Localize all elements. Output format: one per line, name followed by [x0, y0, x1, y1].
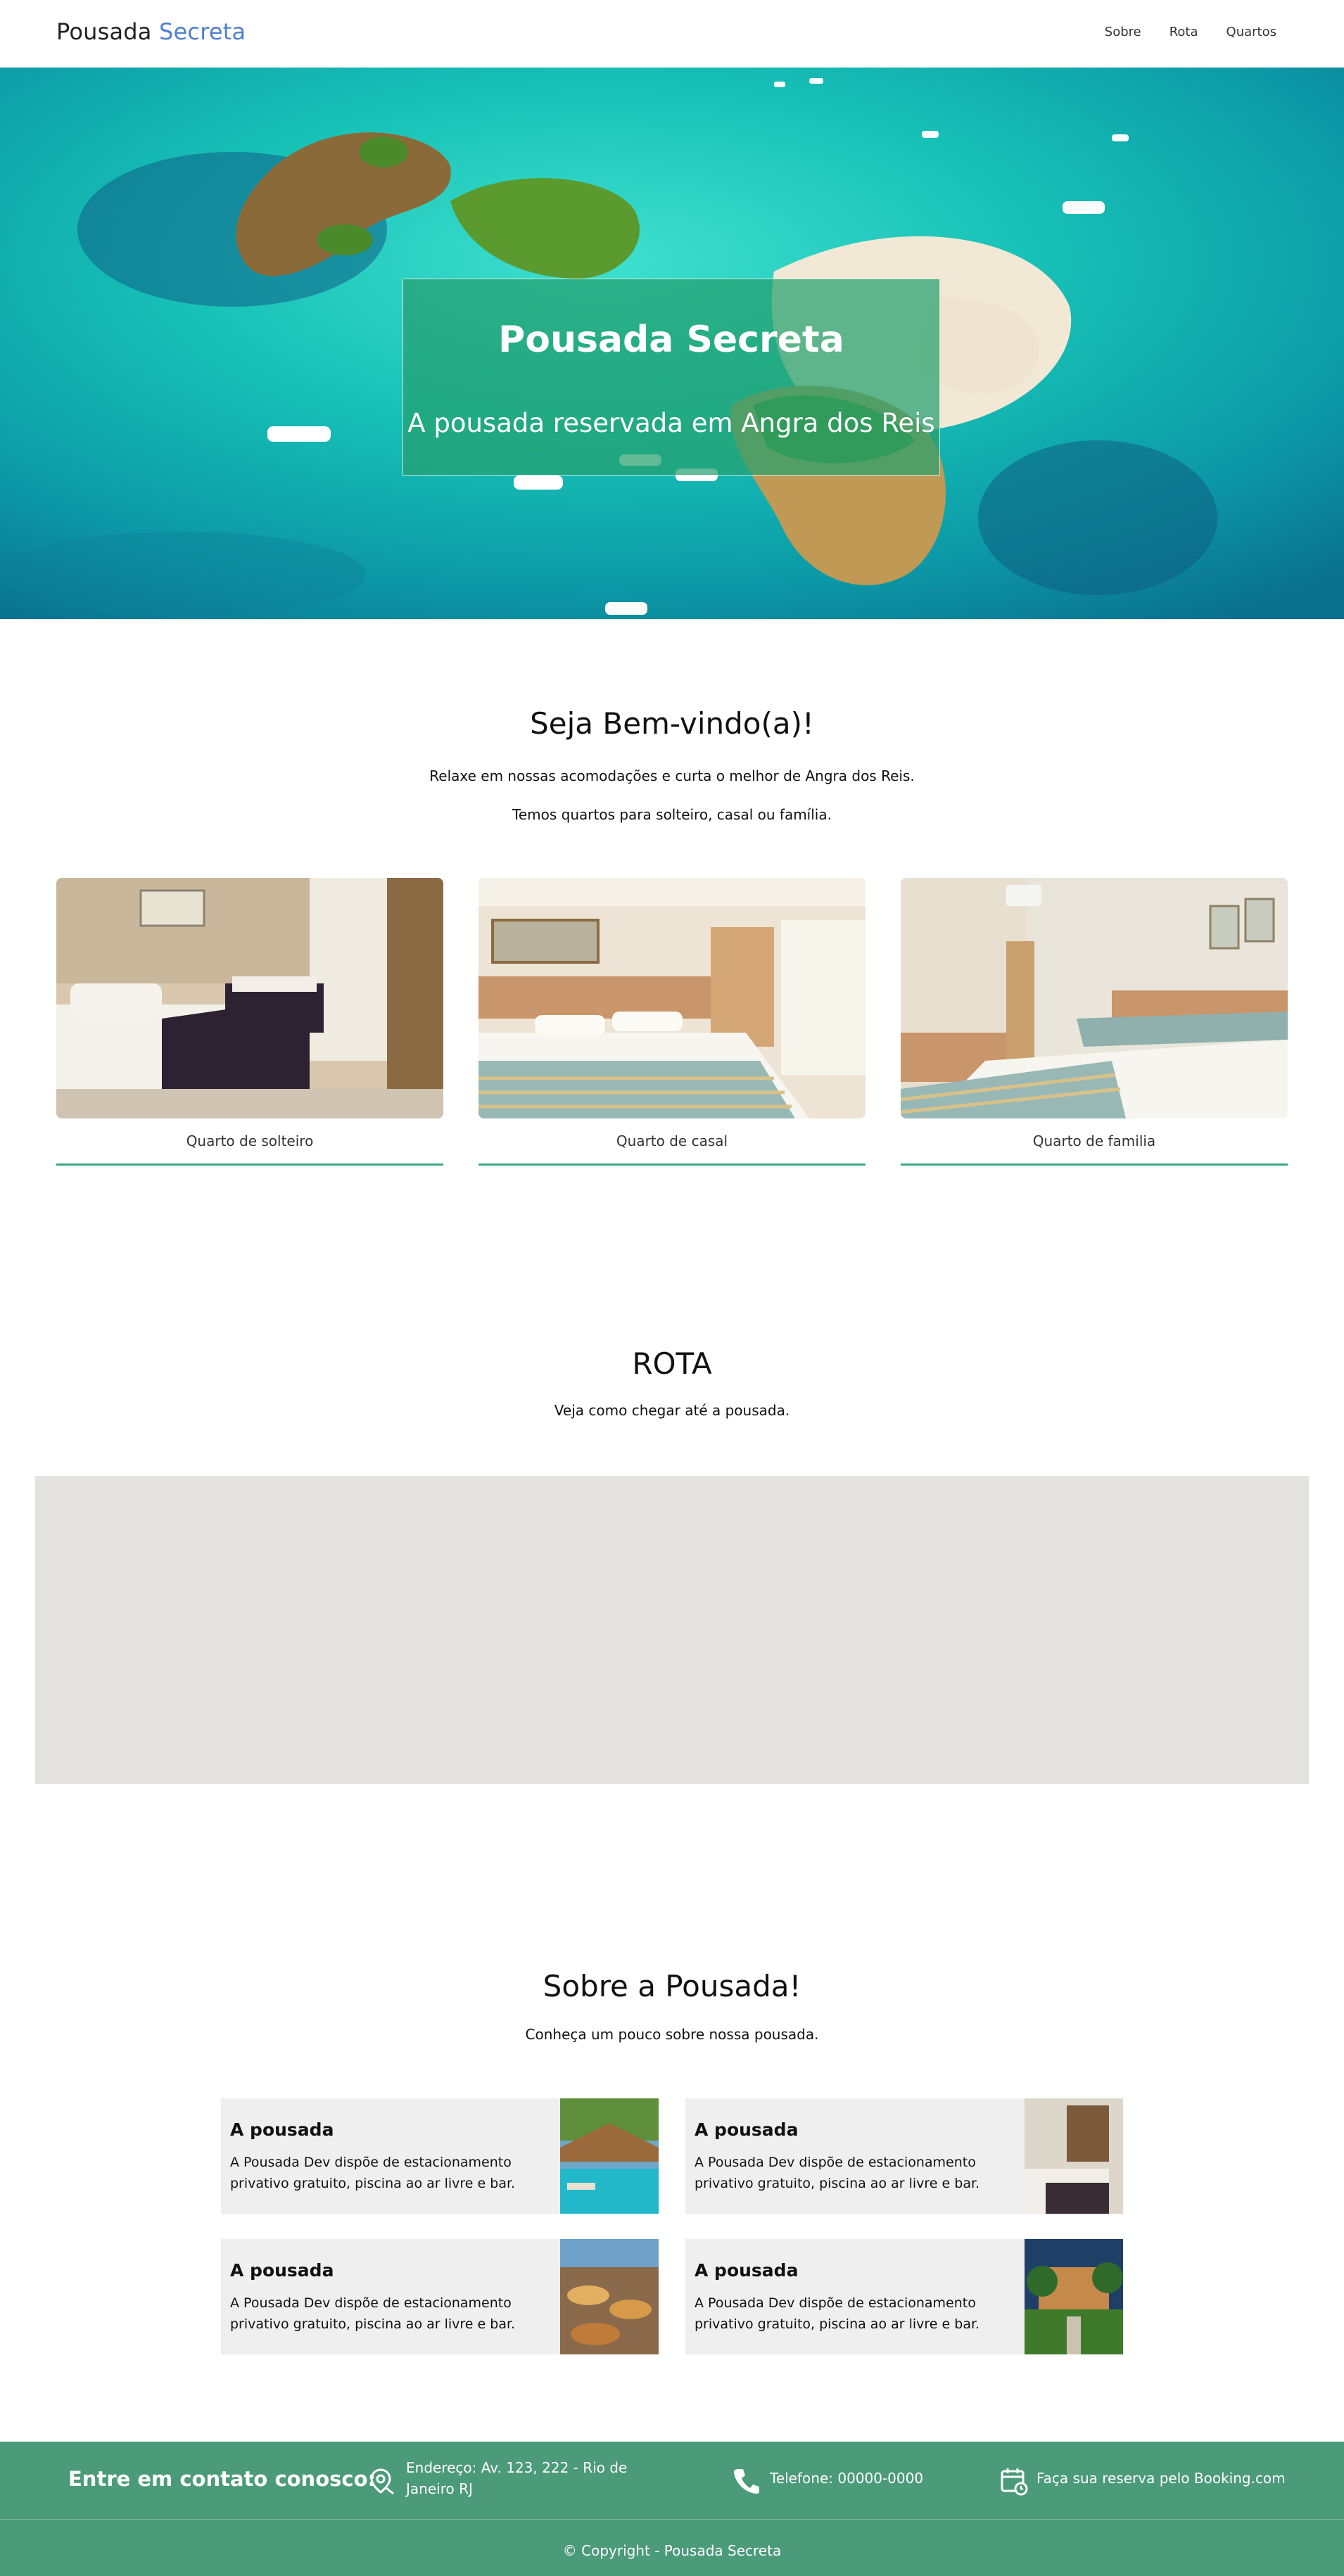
welcome-text-2: Temos quartos para solteiro, casal ou fa… [512, 806, 832, 823]
welcome-text-1: Relaxe em nossas acomodações e curta o m… [429, 767, 915, 784]
footer-booking-link[interactable]: Faça sua reserva pelo Booking.com [1036, 2468, 1286, 2489]
breakfast-image [560, 2239, 659, 2354]
route-title: ROTA [632, 1346, 712, 1381]
calendar-icon [1001, 2468, 1028, 2496]
about-card: A pousada A Pousada Dev dispõe de estaci… [221, 2239, 659, 2354]
footer-address: Endereço: Av. 123, 222 - Rio de Janeiro … [406, 2457, 638, 2499]
copyright-text: © Copyright - Pousada Secreta [562, 2542, 782, 2559]
about-card: A pousada A Pousada Dev dispõe de estaci… [221, 2098, 659, 2214]
about-card-desc: A Pousada Dev dispõe de estacionamento p… [230, 2295, 516, 2332]
about-card: A pousada A Pousada Dev dispõe de estaci… [685, 2239, 1123, 2354]
about-card-title: A pousada [695, 2260, 799, 2281]
nav-link-quartos[interactable]: Quartos [1226, 25, 1276, 39]
room-caption-solteiro: Quarto de solteiro [186, 1133, 314, 1149]
garden-image [1025, 2239, 1123, 2354]
room-caption-casal: Quarto de casal [616, 1133, 728, 1149]
room-photo-casal [478, 878, 866, 1118]
about-card-title: A pousada [695, 2119, 799, 2140]
hero-banner: Pousada Secreta A pousada reservada em A… [0, 68, 1344, 619]
about-card-title: A pousada [230, 2119, 334, 2140]
room-card-solteiro[interactable]: Quarto de solteiro [56, 878, 443, 1166]
nav-link-rota[interactable]: Rota [1169, 25, 1198, 39]
room-underline [901, 1163, 1288, 1166]
room-photo-solteiro [56, 878, 443, 1118]
site-footer: Entre em contato conosco: Endereço: Av. … [0, 2442, 1344, 2576]
welcome-title: Seja Bem-vindo(a)! [530, 706, 814, 741]
room-card-casal[interactable]: Quarto de casal [478, 878, 866, 1166]
hero-title: Pousada Secreta [498, 319, 844, 361]
site-logo[interactable]: Pousada Secreta [56, 18, 246, 45]
route-map[interactable] [35, 1476, 1309, 1784]
main-nav: Sobre Rota Quartos [1105, 25, 1276, 39]
about-card-desc: A Pousada Dev dispõe de estacionamento p… [695, 2295, 980, 2332]
pool-image [560, 2098, 659, 2214]
logo-accent-text: Secreta [159, 18, 246, 45]
footer-address-line-1: Endereço: Av. 123, 222 - Rio de [406, 2459, 628, 2476]
about-card-title: A pousada [230, 2260, 334, 2281]
route-text: Veja como chegar até a pousada. [554, 1402, 790, 1419]
hero-subtitle: A pousada reservada em Angra dos Reis [407, 408, 935, 438]
contact-title: Entre em contato conosco: [68, 2467, 376, 2491]
about-text: Conheça um pouco sobre nossa pousada. [525, 2026, 819, 2043]
phone-icon [734, 2469, 759, 2494]
about-card: A pousada A Pousada Dev dispõe de estaci… [685, 2098, 1123, 2214]
site-header: Pousada Secreta Sobre Rota Quartos [0, 0, 1344, 68]
footer-phone[interactable]: Telefone: 00000-0000 [770, 2468, 923, 2489]
room-underline [478, 1163, 866, 1166]
hero-title-box: Pousada Secreta A pousada reservada em A… [402, 279, 940, 476]
logo-main-text: Pousada [56, 18, 152, 45]
footer-address-line-2: Janeiro RJ [406, 2480, 473, 2497]
room-underline [56, 1163, 443, 1166]
about-title: Sobre a Pousada! [543, 1969, 801, 2003]
room-caption-familia: Quarto de familia [1032, 1133, 1156, 1149]
location-icon [370, 2468, 394, 2495]
nav-link-sobre[interactable]: Sobre [1105, 25, 1141, 39]
about-card-desc: A Pousada Dev dispõe de estacionamento p… [695, 2155, 980, 2191]
about-card-desc: A Pousada Dev dispõe de estacionamento p… [230, 2155, 516, 2191]
room-photo-familia [901, 878, 1288, 1118]
bedroom-image [1025, 2098, 1123, 2214]
room-card-familia[interactable]: Quarto de familia [901, 878, 1288, 1166]
footer-divider [0, 2519, 1344, 2520]
